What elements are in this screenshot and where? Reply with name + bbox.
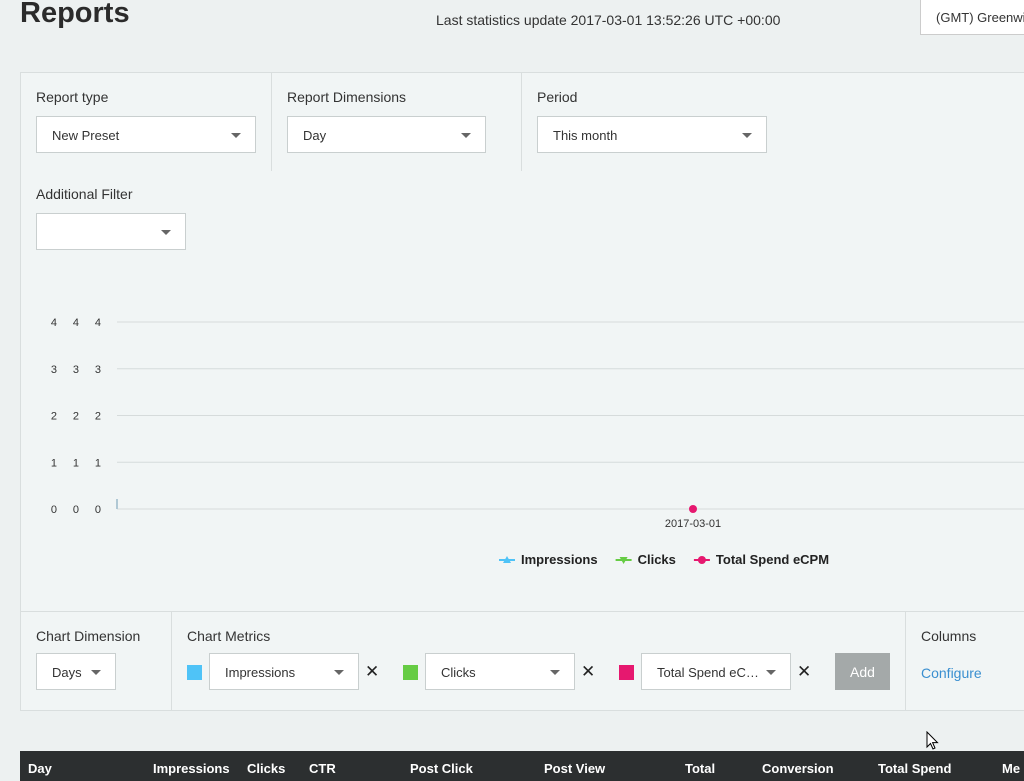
y-tick-label: 2 [95, 411, 101, 423]
y-tick-label: 3 [51, 364, 57, 376]
page-title: Reports [20, 0, 130, 29]
close-icon[interactable]: ✕ [797, 662, 811, 682]
report-chart: 0 1 2 3 4 0 1 2 3 4 0 1 2 3 4 2017-03-01 Impressions Clic… [51, 317, 1024, 567]
configure-columns-link[interactable]: Configure [921, 665, 982, 681]
y-tick-label: 3 [95, 364, 101, 376]
report-dimensions-select[interactable]: Day [287, 116, 486, 153]
chart-controls: Chart Dimension Days Chart Metrics Impre… [20, 611, 1024, 711]
x-tick-label: 2017-03-01 [665, 518, 721, 530]
metric-select-clicks[interactable]: Clicks [425, 653, 575, 690]
metric-value: Impressions [225, 665, 296, 680]
report-table-header: Day Impressions Clicks CTR Post Click Po… [20, 751, 1024, 781]
chevron-down-icon [461, 133, 471, 138]
chevron-down-icon [550, 670, 560, 675]
y-tick-label: 4 [95, 317, 101, 329]
metric-value: Clicks [441, 665, 476, 680]
column-header-post-click[interactable]: Post Click [410, 761, 473, 776]
y-tick-label: 2 [51, 411, 57, 423]
clicks-color-swatch [403, 665, 418, 680]
chevron-down-icon [91, 670, 101, 675]
column-header-conversion[interactable]: Conversion [762, 761, 834, 776]
chart-dimension-value: Days [52, 665, 82, 680]
column-header-total[interactable]: Total [685, 761, 715, 776]
y-tick-label: 0 [95, 504, 101, 516]
filters-row-1: Report type New Preset Report Dimensions… [20, 72, 1024, 172]
period-select[interactable]: This month [537, 116, 767, 153]
y-tick-label: 0 [51, 504, 57, 516]
chevron-down-icon [742, 133, 752, 138]
y-tick-label: 1 [73, 457, 79, 469]
column-header-total-spend[interactable]: Total Spend [878, 761, 951, 776]
close-icon[interactable]: ✕ [581, 662, 595, 682]
additional-filter-label: Additional Filter [36, 186, 133, 202]
y-tick-label: 1 [51, 457, 57, 469]
y-tick-label: 0 [73, 504, 79, 516]
period-value: This month [553, 128, 618, 143]
column-header-day[interactable]: Day [28, 761, 52, 776]
additional-filter-select[interactable] [36, 213, 186, 250]
report-dimensions-label: Report Dimensions [287, 89, 407, 105]
data-point [689, 505, 697, 513]
legend-marker [697, 556, 706, 564]
close-icon[interactable]: ✕ [365, 662, 379, 682]
chart-metrics-group: Chart Metrics Impressions ✕ Clicks ✕ Tot… [172, 612, 906, 710]
filters-row-2: Additional Filter [20, 171, 1024, 271]
chevron-down-icon [231, 133, 241, 138]
report-type-label: Report type [36, 89, 109, 105]
chart-dimension-group: Chart Dimension Days [21, 612, 172, 710]
last-update-text: Last statistics update 2017-03-01 13:52:… [436, 12, 781, 28]
column-header-more[interactable]: Me [1002, 761, 1020, 776]
metric-value: Total Spend eCP… [657, 665, 768, 680]
columns-group: Columns Configure [906, 612, 1024, 710]
legend-label: Total Spend eCPM [716, 552, 829, 567]
period-label: Period [537, 89, 578, 105]
report-dimensions-group: Report Dimensions Day [272, 73, 522, 171]
report-dimensions-value: Day [303, 128, 327, 143]
chevron-down-icon [766, 670, 776, 675]
column-header-impressions[interactable]: Impressions [153, 761, 230, 776]
timezone-value: (GMT) Greenwich [936, 10, 1024, 25]
y-tick-label: 4 [73, 317, 79, 329]
metric-select-impressions[interactable]: Impressions [209, 653, 359, 690]
columns-label: Columns [921, 628, 977, 644]
metric-select-total-spend[interactable]: Total Spend eCP… [641, 653, 791, 690]
column-header-clicks[interactable]: Clicks [247, 761, 285, 776]
total-spend-color-swatch [619, 665, 634, 680]
report-type-group: Report type New Preset [21, 73, 272, 171]
period-group: Period This month [522, 73, 922, 171]
column-header-ctr[interactable]: CTR [309, 761, 336, 776]
axis-start-marker [116, 499, 118, 509]
column-header-post-view[interactable]: Post View [544, 761, 605, 776]
y-tick-label: 3 [73, 364, 79, 376]
y-tick-label: 2 [73, 411, 79, 423]
chevron-down-icon [334, 670, 344, 675]
chart-dimension-label: Chart Dimension [36, 628, 141, 644]
chart-panel: 0 1 2 3 4 0 1 2 3 4 0 1 2 3 4 2017-03-01 Impressions Clic… [20, 270, 1024, 612]
legend-label: Impressions [521, 552, 598, 567]
add-metric-button[interactable]: Add [835, 653, 890, 690]
chart-dimension-select[interactable]: Days [36, 653, 116, 690]
chart-metrics-label: Chart Metrics [187, 628, 271, 644]
report-type-value: New Preset [52, 128, 120, 143]
y-tick-label: 4 [51, 317, 57, 329]
timezone-select[interactable]: (GMT) Greenwich [920, 0, 1024, 35]
chevron-down-icon [161, 230, 171, 235]
impressions-color-swatch [187, 665, 202, 680]
report-type-select[interactable]: New Preset [36, 116, 256, 153]
mouse-cursor-icon [926, 731, 939, 750]
legend-label: Clicks [638, 552, 676, 567]
y-tick-label: 1 [95, 457, 101, 469]
